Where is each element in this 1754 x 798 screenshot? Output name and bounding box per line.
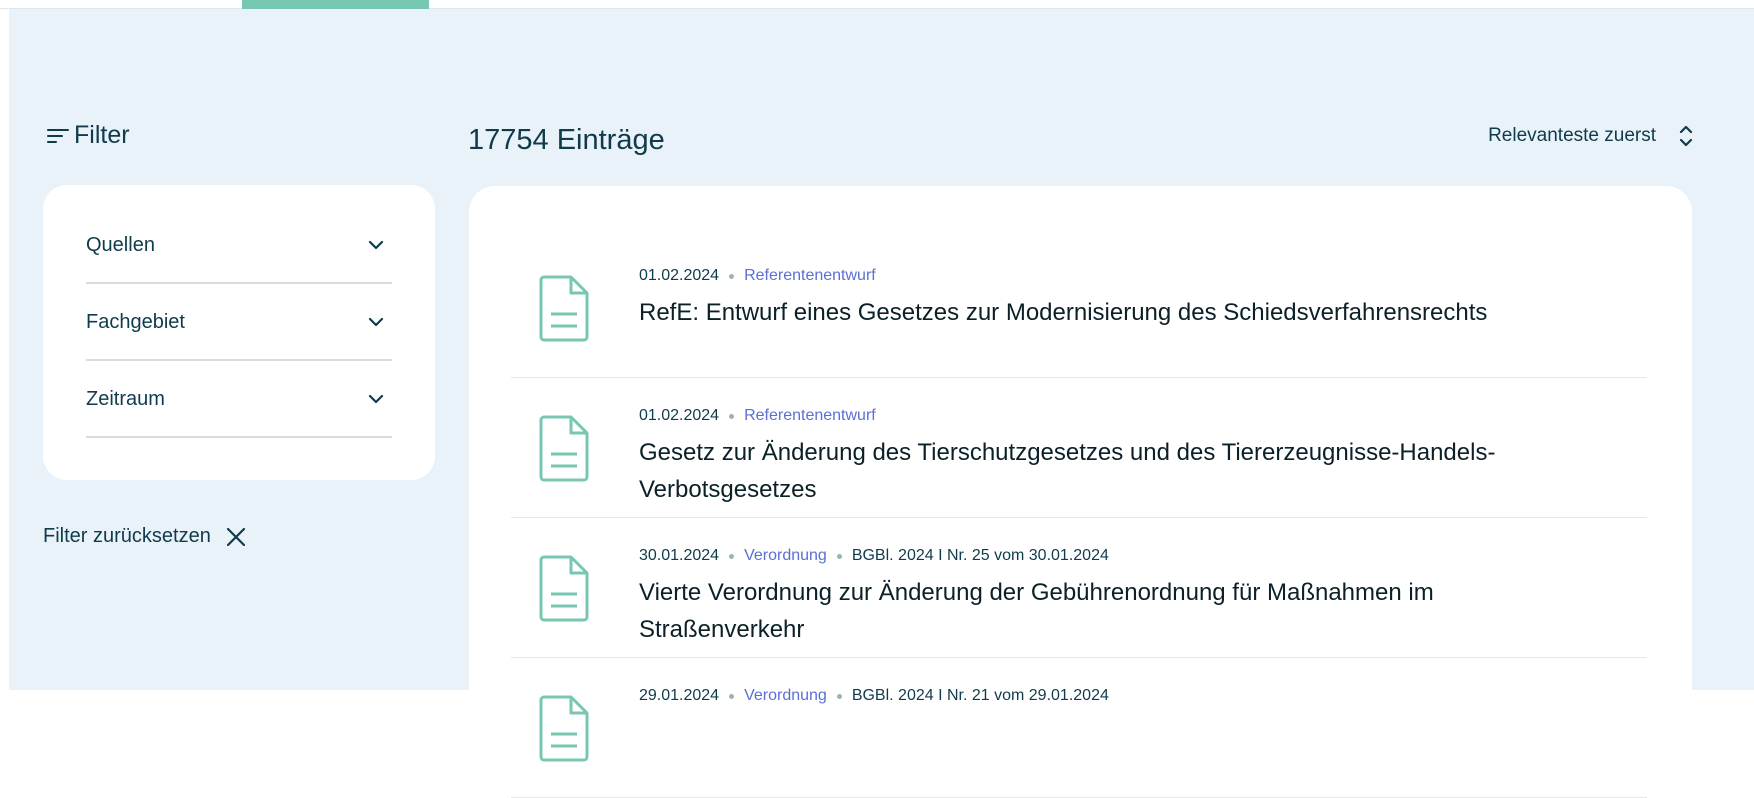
result-type-link[interactable]: Referentenentwurf	[744, 407, 876, 425]
sort-label: Relevanteste zuerst	[1488, 125, 1656, 146]
result-item[interactable]: 29.01.2024 Verordnung BGBl. 2024 I Nr. 2…	[511, 658, 1647, 798]
result-date: 01.02.2024	[639, 267, 720, 284]
result-item[interactable]: 01.02.2024 Referentenentwurf RefE: Entwu…	[511, 238, 1647, 378]
filter-section-quellen[interactable]: Quellen	[86, 208, 392, 284]
chevron-down-icon	[368, 394, 384, 404]
result-title[interactable]: Gesetz zur Änderung des Tierschutzgesetz…	[639, 434, 1499, 508]
result-meta: 01.02.2024 Referentenentwurf	[639, 267, 876, 285]
filter-section-label: Fachgebiet	[86, 310, 185, 333]
result-reference: BGBl. 2024 I Nr. 25 vom 30.01.2024	[851, 547, 1109, 564]
reset-filter-button[interactable]: Filter zurücksetzen	[43, 525, 247, 548]
sort-dropdown[interactable]: Relevanteste zuerst	[1488, 122, 1694, 150]
result-item[interactable]: 30.01.2024 Verordnung BGBl. 2024 I Nr. 2…	[511, 518, 1647, 658]
filter-title: Filter	[74, 121, 130, 149]
results-count: 17754 Einträge	[468, 124, 665, 156]
document-icon	[539, 415, 589, 482]
filter-section-label: Zeitraum	[86, 387, 165, 410]
result-title[interactable]: RefE: Entwurf eines Gesetzes zur Moderni…	[639, 294, 1499, 331]
result-item[interactable]: 01.02.2024 Referentenentwurf Gesetz zur …	[511, 378, 1647, 518]
result-meta: 30.01.2024 Verordnung BGBl. 2024 I Nr. 2…	[639, 547, 1109, 565]
results-list: 01.02.2024 Referentenentwurf RefE: Entwu…	[469, 186, 1692, 798]
result-meta: 01.02.2024 Referentenentwurf	[639, 407, 876, 425]
sort-up-down-icon	[1679, 125, 1693, 147]
separator-dot	[729, 693, 735, 699]
separator-dot	[836, 553, 842, 559]
filter-section-label: Quellen	[86, 233, 155, 256]
top-navigation-bar	[0, 0, 1754, 9]
filter-section-fachgebiet[interactable]: Fachgebiet	[86, 285, 392, 361]
close-icon	[226, 527, 245, 546]
reset-filter-label: Filter zurücksetzen	[43, 525, 211, 547]
active-tab-indicator	[242, 0, 429, 9]
separator-dot	[729, 273, 735, 279]
document-icon	[539, 695, 589, 762]
separator-dot	[836, 693, 842, 699]
filter-section-zeitraum[interactable]: Zeitraum	[86, 362, 392, 438]
result-title[interactable]: Vierte Verordnung zur Änderung der Gebüh…	[639, 574, 1499, 648]
filter-lines-icon	[47, 128, 69, 143]
filter-panel: Quellen Fachgebiet Zeitraum	[43, 185, 435, 480]
chevron-down-icon	[368, 317, 384, 327]
chevron-down-icon	[368, 240, 384, 250]
filter-header: Filter	[46, 121, 130, 150]
separator-dot	[729, 413, 735, 419]
separator-dot	[729, 553, 735, 559]
result-type-link[interactable]: Referentenentwurf	[744, 267, 876, 285]
result-date: 30.01.2024	[639, 547, 720, 564]
result-date: 01.02.2024	[639, 407, 720, 424]
result-type-link[interactable]: Verordnung	[744, 547, 827, 565]
document-icon	[539, 275, 589, 342]
document-icon	[539, 555, 589, 622]
